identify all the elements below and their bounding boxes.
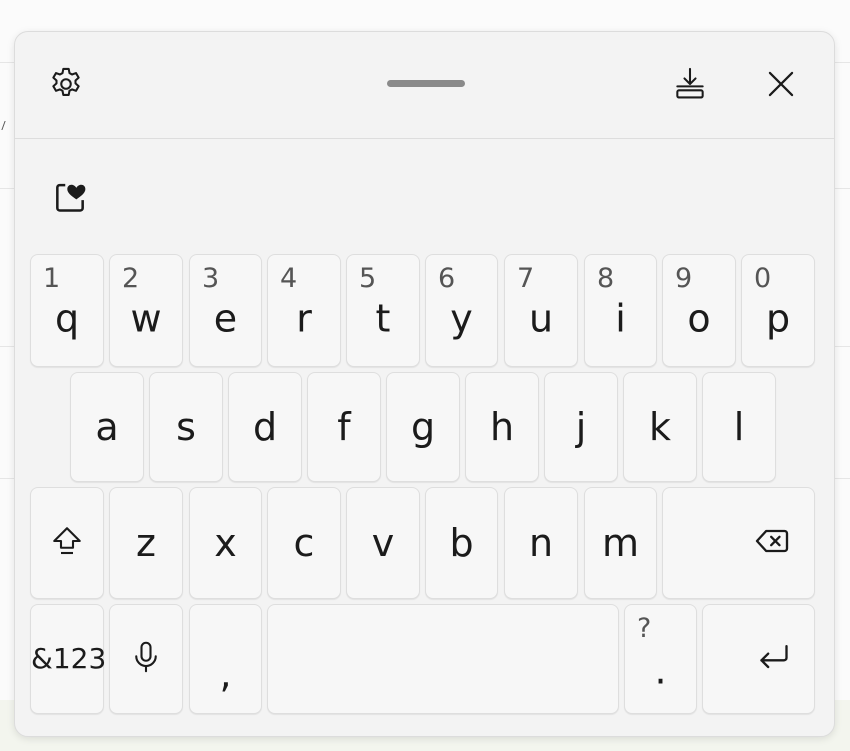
key-label: b [449,521,474,565]
key-c[interactable]: c [267,487,341,599]
key-label: t [375,296,391,341]
key-hint: 0 [754,263,772,294]
key-label: g [410,405,436,449]
key-w[interactable]: 2w [109,254,183,367]
key-k[interactable]: k [623,372,697,482]
backspace-key[interactable] [662,487,815,599]
key-label: r [296,296,312,341]
key-hint: 4 [280,263,298,294]
touch-keyboard: 1q 2w 3e 4r 5t 6y 7u 8i 9o 0p a s d f g … [14,31,835,737]
key-x[interactable]: x [189,487,262,599]
key-a[interactable]: a [70,372,144,482]
shift-icon [49,523,85,563]
key-label: a [95,405,119,449]
key-label: h [489,405,515,449]
key-label: d [252,405,278,449]
enter-key[interactable] [702,604,815,714]
backspace-icon [752,521,792,565]
symbols-key[interactable]: &123 [30,604,107,714]
key-label: x [214,521,237,565]
key-r[interactable]: 4r [267,254,341,367]
key-hint: 1 [43,263,61,294]
key-hint: 2 [122,263,140,294]
keyboard-titlebar[interactable] [15,32,834,139]
key-hint: 7 [517,263,535,294]
key-label: &123 [31,642,107,675]
key-hint: 3 [202,263,220,294]
key-label: j [575,405,587,449]
key-e[interactable]: 3e [189,254,262,367]
key-label: y [450,296,473,341]
key-j[interactable]: j [544,372,618,482]
shift-key[interactable] [30,487,104,599]
key-u[interactable]: 7u [504,254,578,367]
microphone-icon [128,639,164,679]
key-t[interactable]: 5t [346,254,420,367]
key-label: s [176,405,196,449]
key-i[interactable]: 8i [584,254,657,367]
comma-key[interactable]: , [189,604,262,714]
key-v[interactable]: v [346,487,420,599]
key-label: z [136,521,156,565]
key-label: w [130,296,162,341]
gear-icon[interactable] [47,65,85,103]
key-label: , [219,652,232,697]
key-hint: ? [637,613,652,644]
key-o[interactable]: 9o [662,254,736,367]
key-label: u [528,296,554,341]
key-label: k [648,405,671,449]
enter-icon [754,637,794,681]
key-label: i [615,296,626,341]
key-label: c [293,521,315,565]
key-label: m [601,521,640,565]
key-label: l [733,405,745,449]
key-d[interactable]: d [228,372,302,482]
period-key[interactable]: ?. [624,604,697,714]
microphone-key[interactable] [109,604,183,714]
key-label: f [337,405,351,449]
key-s[interactable]: s [149,372,223,482]
key-p[interactable]: 0p [741,254,815,367]
drag-handle[interactable] [387,80,465,87]
close-icon[interactable] [762,65,800,103]
key-h[interactable]: h [465,372,539,482]
background-text-fragment [0,118,4,134]
key-hint: 8 [597,263,615,294]
space-key[interactable] [267,604,619,714]
key-label: o [687,296,711,341]
key-m[interactable]: m [584,487,657,599]
key-hint: 6 [438,263,456,294]
key-label: n [528,521,554,565]
key-y[interactable]: 6y [425,254,498,367]
dock-icon[interactable] [671,65,709,103]
key-label: . [654,648,667,693]
key-label: p [765,296,791,341]
key-label: q [54,296,80,341]
key-label: e [213,296,238,341]
key-f[interactable]: f [307,372,381,482]
key-z[interactable]: z [109,487,183,599]
key-hint: 5 [359,263,377,294]
key-l[interactable]: l [702,372,776,482]
key-b[interactable]: b [425,487,498,599]
clipboard-heart-icon[interactable] [51,178,89,216]
key-g[interactable]: g [386,372,460,482]
key-n[interactable]: n [504,487,578,599]
key-q[interactable]: 1q [30,254,104,367]
key-hint: 9 [675,263,693,294]
key-label: v [371,521,395,565]
